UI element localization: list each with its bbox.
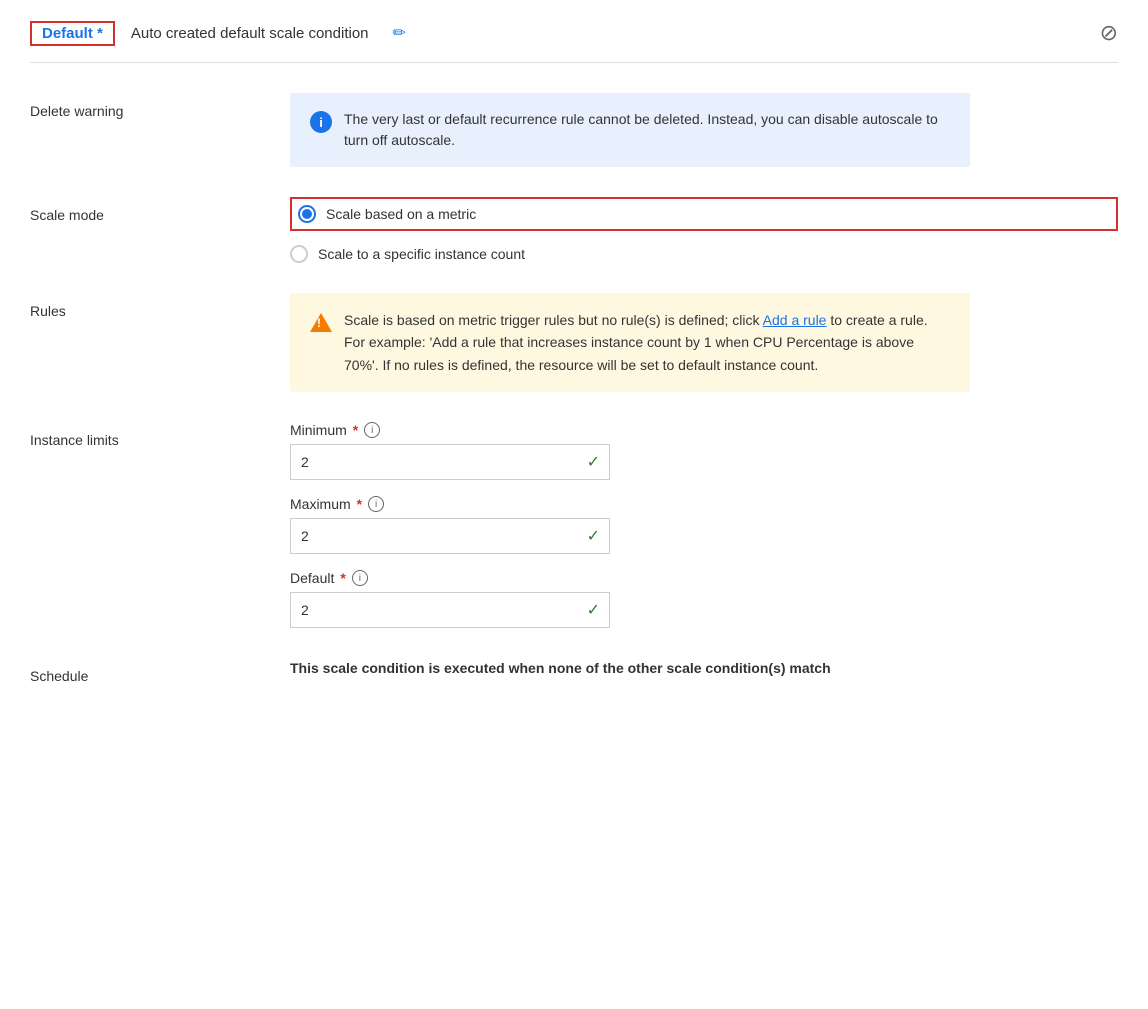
maximum-field-label: Maximum * i xyxy=(290,496,1118,512)
default-info-icon[interactable]: i xyxy=(352,570,368,586)
instance-limits-row: Instance limits Minimum * i ✓ xyxy=(30,422,1118,628)
header-row: Default * Auto created default scale con… xyxy=(30,20,1118,63)
default-input-wrapper: ✓ xyxy=(290,592,610,628)
maximum-required-star: * xyxy=(357,496,362,512)
delete-warning-box: i The very last or default recurrence ru… xyxy=(290,93,970,167)
default-required-star: * xyxy=(340,570,345,586)
warning-triangle xyxy=(310,313,332,332)
scale-mode-radio-group: Scale based on a metric Scale to a speci… xyxy=(290,197,1118,263)
rules-text-part1: Scale is based on metric trigger rules b… xyxy=(344,312,763,328)
delete-warning-row: Delete warning i The very last or defaul… xyxy=(30,93,1118,167)
radio-circle-instance xyxy=(290,245,308,263)
disable-icon[interactable]: ⊘ xyxy=(1100,20,1118,46)
scale-mode-row: Scale mode Scale based on a metric Scale… xyxy=(30,197,1118,263)
minimum-field-group: Minimum * i ✓ xyxy=(290,422,1118,480)
default-field-label: Default * i xyxy=(290,570,1118,586)
radio-label-metric: Scale based on a metric xyxy=(326,206,476,222)
instance-limits-fields: Minimum * i ✓ Maximum * i xyxy=(290,422,1118,628)
radio-circle-metric xyxy=(298,205,316,223)
warning-icon xyxy=(310,311,332,333)
edit-icon[interactable]: ✏ xyxy=(393,23,406,43)
minimum-required-star: * xyxy=(353,422,358,438)
schedule-row: Schedule This scale condition is execute… xyxy=(30,658,1118,684)
radio-option-instance[interactable]: Scale to a specific instance count xyxy=(290,245,1118,263)
info-icon: i xyxy=(310,111,332,133)
delete-warning-label: Delete warning xyxy=(30,93,290,119)
instance-limits-content: Minimum * i ✓ Maximum * i xyxy=(290,422,1118,628)
rules-warning-box: Scale is based on metric trigger rules b… xyxy=(290,293,970,392)
radio-label-instance: Scale to a specific instance count xyxy=(318,246,525,262)
minimum-input[interactable] xyxy=(290,444,610,480)
maximum-input-wrapper: ✓ xyxy=(290,518,610,554)
scale-mode-content: Scale based on a metric Scale to a speci… xyxy=(290,197,1118,263)
maximum-field-group: Maximum * i ✓ xyxy=(290,496,1118,554)
add-rule-link[interactable]: Add a rule xyxy=(763,312,827,328)
maximum-info-icon[interactable]: i xyxy=(368,496,384,512)
default-check-icon: ✓ xyxy=(587,600,600,620)
schedule-label: Schedule xyxy=(30,658,290,684)
schedule-text: This scale condition is executed when no… xyxy=(290,658,870,679)
default-badge: Default * xyxy=(30,21,115,46)
minimum-input-wrapper: ✓ xyxy=(290,444,610,480)
scale-mode-label: Scale mode xyxy=(30,197,290,223)
minimum-field-label: Minimum * i xyxy=(290,422,1118,438)
default-field-group: Default * i ✓ xyxy=(290,570,1118,628)
header-title: Auto created default scale condition xyxy=(131,25,369,42)
delete-warning-content: i The very last or default recurrence ru… xyxy=(290,93,1118,167)
rules-content: Scale is based on metric trigger rules b… xyxy=(290,293,1118,392)
minimum-check-icon: ✓ xyxy=(587,452,600,472)
maximum-input[interactable] xyxy=(290,518,610,554)
instance-limits-label: Instance limits xyxy=(30,422,290,448)
rules-row: Rules Scale is based on metric trigger r… xyxy=(30,293,1118,392)
rules-label: Rules xyxy=(30,293,290,319)
default-label-text: Default xyxy=(290,570,334,586)
default-input[interactable] xyxy=(290,592,610,628)
schedule-content: This scale condition is executed when no… xyxy=(290,658,1118,679)
minimum-label-text: Minimum xyxy=(290,422,347,438)
radio-option-metric[interactable]: Scale based on a metric xyxy=(290,197,1118,231)
header-left: Default * Auto created default scale con… xyxy=(30,21,406,46)
minimum-info-icon[interactable]: i xyxy=(364,422,380,438)
rules-warning-text: Scale is based on metric trigger rules b… xyxy=(344,309,950,376)
maximum-check-icon: ✓ xyxy=(587,526,600,546)
maximum-label-text: Maximum xyxy=(290,496,351,512)
delete-warning-text: The very last or default recurrence rule… xyxy=(344,109,950,151)
